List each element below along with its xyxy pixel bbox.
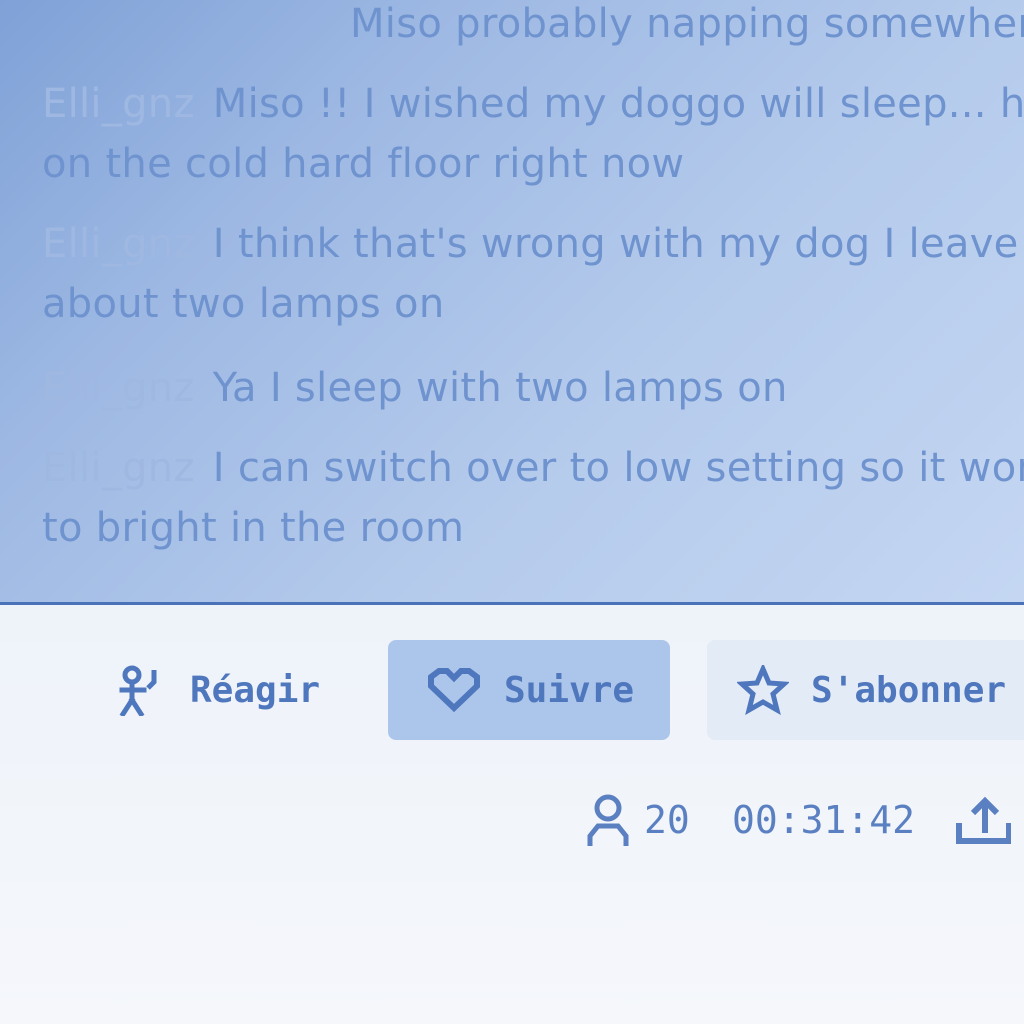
follow-button[interactable]: Suivre (388, 640, 670, 740)
chat-message: Elli_gnz I think that's wrong with my dog… (42, 214, 1024, 334)
viewer-count: 20 (586, 790, 690, 850)
subscribe-button[interactable]: S'abonner (707, 640, 1024, 740)
chat-username: Elli_gnz (42, 221, 195, 267)
chat-text: Ya I sleep with two lamps on (212, 365, 788, 411)
subscribe-label: S'abonner (811, 669, 1007, 711)
uptime-value: 00:31:42 (732, 798, 916, 842)
chat-username: Elli_gnz (42, 365, 195, 411)
chat-username: Elli_gnz (42, 445, 195, 491)
chat-username: Elli_gnz (42, 81, 195, 127)
stream-uptime: 00:31:42 (732, 790, 915, 850)
share-button[interactable] (955, 790, 1011, 850)
chat-message: Elli_gnz I can switch over to low setting… (42, 438, 1024, 558)
person-icon (587, 794, 629, 846)
viewer-count-value: 20 (644, 798, 690, 842)
heart-icon (428, 668, 480, 712)
chat-text: Miso probably napping somewhere (350, 1, 1024, 47)
chat-panel[interactable]: Miso probably napping somewhere Elli_gnz… (0, 0, 1024, 605)
react-icon (119, 665, 157, 716)
star-icon (737, 665, 789, 715)
chat-message: Elli_gnz Miso !! I wished my doggo will s… (42, 74, 1024, 194)
follow-label: Suivre (504, 669, 635, 711)
chat-message: Miso probably napping somewhere (42, 0, 1024, 54)
react-button[interactable]: Réagir (112, 640, 352, 740)
react-label: Réagir (190, 669, 321, 711)
chat-message: Elli_gnz Ya I sleep with two lamps on (42, 358, 1024, 418)
share-icon (956, 796, 1011, 844)
